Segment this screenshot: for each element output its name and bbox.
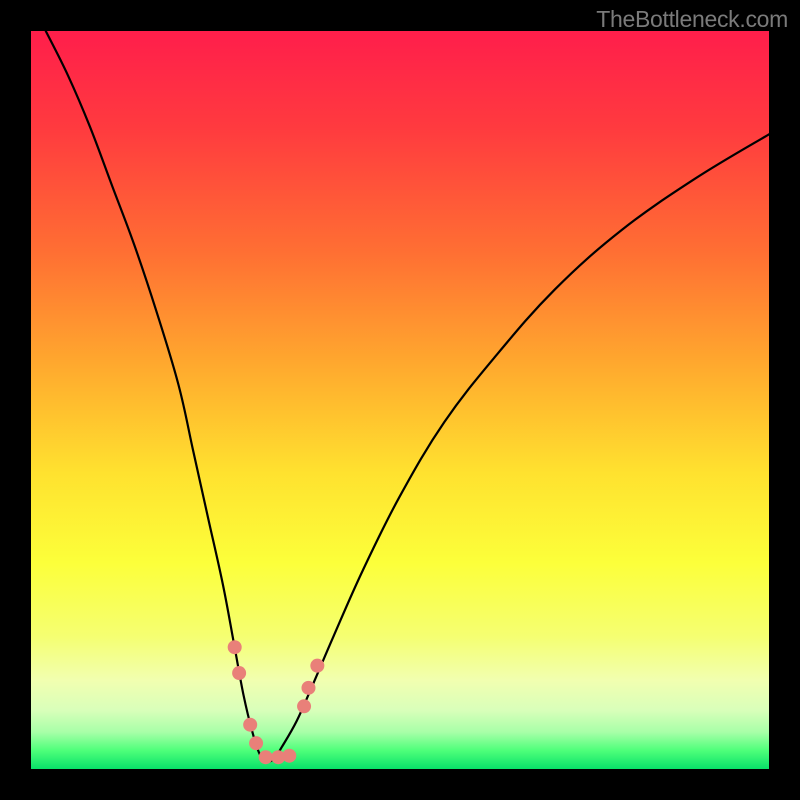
watermark-text: TheBottleneck.com [596,6,788,33]
marker-dot [301,681,315,695]
marker-dot [297,699,311,713]
marker-dot [259,750,273,764]
outer-frame: TheBottleneck.com [0,0,800,800]
marker-dot [228,640,242,654]
curve-layer [31,31,769,769]
bottleneck-curve [46,31,769,762]
marker-dot [310,659,324,673]
marker-dot [282,749,296,763]
marker-dot [232,666,246,680]
marker-dots [228,640,325,764]
marker-dot [249,736,263,750]
plot-area [31,31,769,769]
marker-dot [243,718,257,732]
